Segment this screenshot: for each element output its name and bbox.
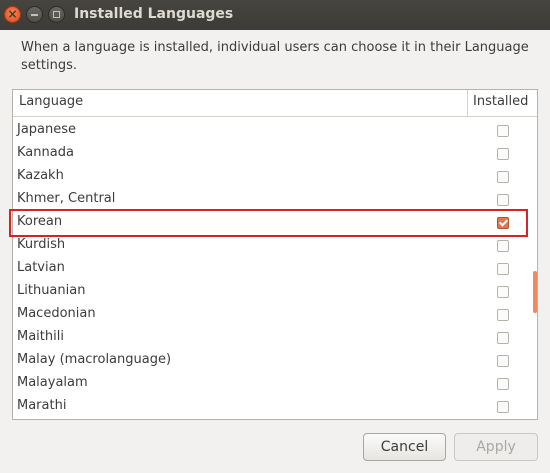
scrollbar-thumb[interactable] bbox=[533, 271, 537, 313]
installed-checkbox[interactable] bbox=[497, 309, 509, 321]
language-label: Maithili bbox=[17, 329, 64, 344]
close-icon[interactable]: × bbox=[4, 6, 21, 23]
language-label: Marathi bbox=[17, 398, 67, 413]
column-divider bbox=[467, 90, 468, 116]
language-label: Lithuanian bbox=[17, 283, 86, 298]
maximize-icon[interactable] bbox=[48, 6, 65, 23]
language-label: Korean bbox=[17, 214, 63, 229]
installed-checkbox[interactable] bbox=[497, 355, 509, 367]
language-label: Malay (macrolanguage) bbox=[17, 352, 172, 367]
installed-checkbox[interactable] bbox=[497, 125, 509, 137]
language-row[interactable]: Kurdish bbox=[13, 235, 531, 258]
minimize-icon[interactable] bbox=[26, 6, 43, 23]
language-row[interactable]: Korean bbox=[13, 212, 531, 235]
apply-button[interactable]: Apply bbox=[454, 433, 538, 461]
installed-checkbox[interactable] bbox=[497, 217, 509, 229]
language-row[interactable]: Malayalam bbox=[13, 373, 531, 396]
window-title: Installed Languages bbox=[74, 6, 234, 22]
language-label: Latvian bbox=[17, 260, 65, 275]
language-row[interactable]: Macedonian bbox=[13, 304, 531, 327]
cancel-button[interactable]: Cancel bbox=[363, 433, 446, 461]
installed-checkbox[interactable] bbox=[497, 194, 509, 206]
installed-checkbox[interactable] bbox=[497, 240, 509, 252]
language-row[interactable]: Maithili bbox=[13, 327, 531, 350]
description-text: When a language is installed, individual… bbox=[21, 40, 529, 73]
language-row[interactable]: Marathi bbox=[13, 396, 531, 419]
language-label: Kazakh bbox=[17, 168, 64, 183]
language-label: Macedonian bbox=[17, 306, 96, 321]
installed-checkbox[interactable] bbox=[497, 286, 509, 298]
column-header-language[interactable]: Language bbox=[19, 94, 83, 109]
language-label: Khmer, Central bbox=[17, 191, 116, 206]
language-row[interactable]: Latvian bbox=[13, 258, 531, 281]
scrollbar[interactable] bbox=[533, 117, 537, 419]
language-row[interactable]: Lithuanian bbox=[13, 281, 531, 304]
language-list[interactable]: Language Installed Japanese Kannada Kazakh… bbox=[12, 89, 538, 420]
installed-checkbox[interactable] bbox=[497, 148, 509, 160]
language-label: Japanese bbox=[17, 122, 77, 137]
installed-checkbox[interactable] bbox=[497, 401, 509, 413]
language-label: Kannada bbox=[17, 145, 74, 160]
language-row[interactable]: Malay (macrolanguage) bbox=[13, 350, 531, 373]
installed-checkbox[interactable] bbox=[497, 263, 509, 275]
language-row[interactable]: Kannada bbox=[13, 143, 531, 166]
language-label: Malayalam bbox=[17, 375, 88, 390]
language-row[interactable]: Japanese bbox=[13, 120, 531, 143]
installed-checkbox[interactable] bbox=[497, 171, 509, 183]
installed-checkbox[interactable] bbox=[497, 332, 509, 344]
language-row[interactable]: Kazakh bbox=[13, 166, 531, 189]
list-header: Language Installed bbox=[13, 90, 537, 117]
installed-checkbox[interactable] bbox=[497, 378, 509, 390]
language-label: Kurdish bbox=[17, 237, 66, 252]
title-bar: × Installed Languages bbox=[0, 0, 550, 30]
language-row[interactable]: Khmer, Central bbox=[13, 189, 531, 212]
column-header-installed[interactable]: Installed bbox=[473, 94, 528, 109]
